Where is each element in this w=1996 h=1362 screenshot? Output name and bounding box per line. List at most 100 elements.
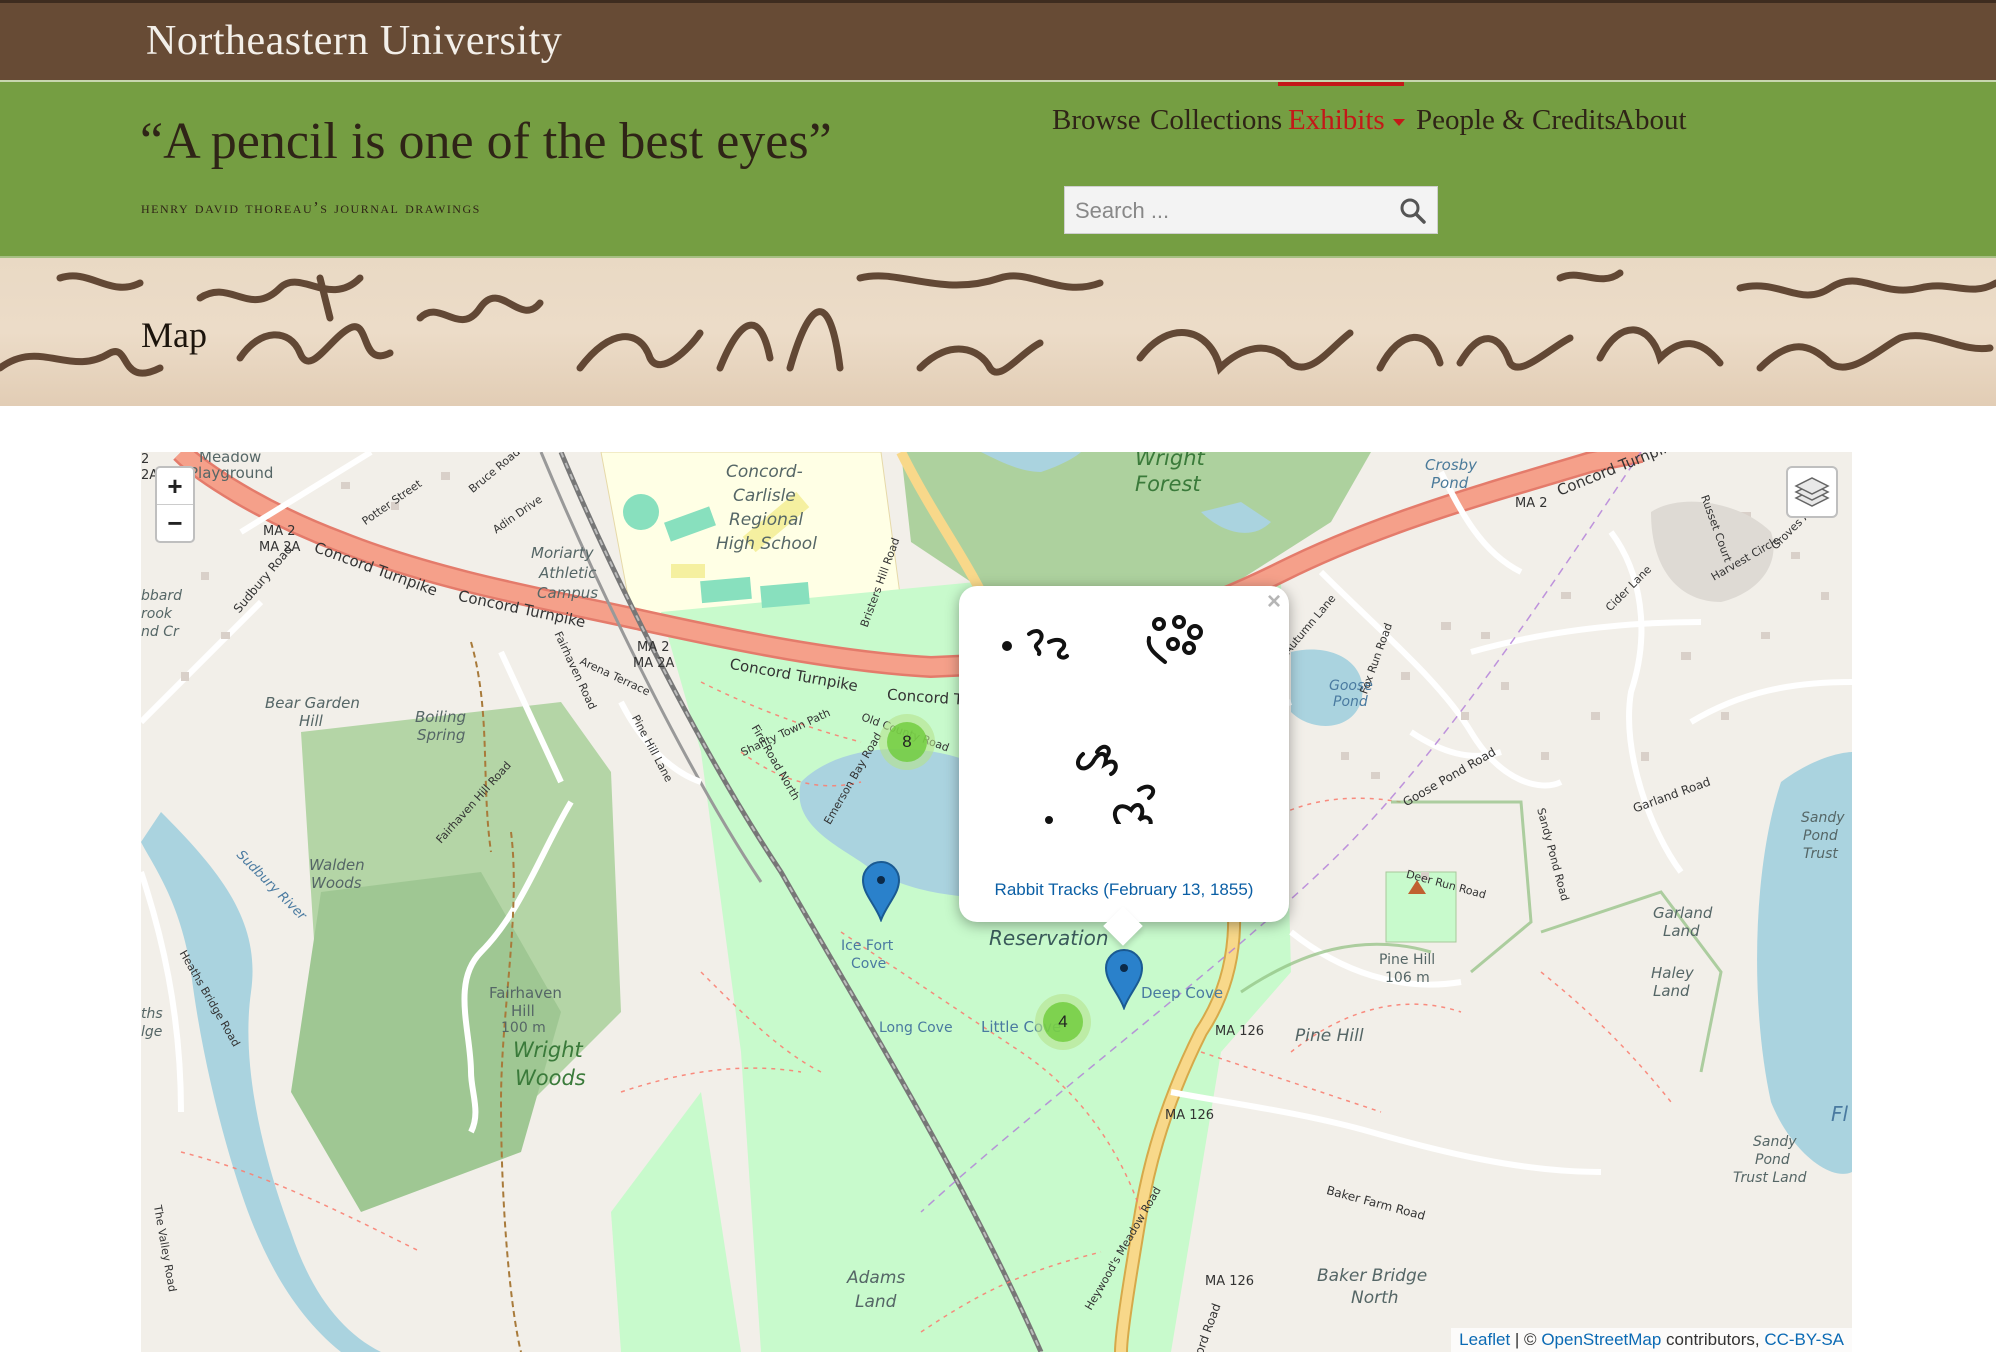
license-link[interactable]: CC-BY-SA bbox=[1764, 1330, 1844, 1349]
road-shield: MA 2A bbox=[633, 656, 675, 671]
search-box bbox=[1064, 186, 1438, 235]
map-container[interactable]: Meadow Playground Concord- Carlisle Regi… bbox=[141, 452, 1852, 1352]
map-label: Wright bbox=[1135, 452, 1205, 470]
map-label: Hill bbox=[511, 1002, 535, 1020]
handwriting-background bbox=[0, 269, 1996, 377]
map-label: Trust bbox=[1803, 846, 1838, 862]
leaflet-link[interactable]: Leaflet bbox=[1459, 1330, 1510, 1349]
rabbit-tracks-drawing[interactable] bbox=[989, 614, 1259, 824]
map-label: Carlisle bbox=[733, 486, 796, 506]
map-label: Forest bbox=[1135, 472, 1201, 496]
map-label: Garland bbox=[1653, 904, 1713, 922]
map-label: Boiling bbox=[415, 708, 466, 726]
nav-browse[interactable]: Browse bbox=[1052, 104, 1141, 148]
close-icon[interactable]: × bbox=[1267, 588, 1281, 616]
map-label: Long Cove bbox=[879, 1020, 953, 1036]
attribution-contrib: contributors, bbox=[1661, 1330, 1765, 1349]
map-attribution: Leaflet | © OpenStreetMap contributors, … bbox=[1451, 1328, 1852, 1352]
map-label: Playground bbox=[189, 464, 274, 482]
active-nav-indicator bbox=[1278, 82, 1404, 86]
popup-link[interactable]: Rabbit Tracks (February 13, 1855) bbox=[959, 880, 1289, 900]
map-label: 100 m bbox=[501, 1020, 546, 1036]
attribution-sep: | © bbox=[1510, 1330, 1542, 1349]
page-title: Map bbox=[141, 315, 207, 355]
page-banner: Map bbox=[0, 258, 1996, 406]
site-title[interactable]: “A pencil is one of the best eyes” bbox=[140, 112, 832, 171]
layers-icon bbox=[1794, 477, 1830, 507]
map-label: lge bbox=[141, 1024, 163, 1040]
nav-about[interactable]: About bbox=[1614, 104, 1687, 148]
cluster-count: 4 bbox=[1043, 1002, 1083, 1042]
zoom-control: + − bbox=[155, 466, 195, 543]
map-label: Woods bbox=[515, 1066, 586, 1090]
map-label: Baker Bridge bbox=[1317, 1266, 1428, 1286]
nav-exhibits-label: Exhibits bbox=[1288, 104, 1385, 136]
map-pin-icon[interactable] bbox=[1104, 948, 1144, 1010]
marker-cluster[interactable]: 4 bbox=[1035, 994, 1091, 1050]
map-label: Walden bbox=[309, 856, 365, 874]
road-shield: MA 126 bbox=[1165, 1108, 1215, 1123]
map-label: Reservation bbox=[989, 926, 1109, 950]
search-input[interactable] bbox=[1065, 187, 1397, 235]
map-label: Spring bbox=[417, 726, 466, 744]
road-shield: MA 2 bbox=[637, 640, 670, 655]
map-label: Land bbox=[1653, 982, 1690, 1000]
university-bar: Northeastern University bbox=[0, 0, 1996, 80]
site-subtitle: Henry David Thoreau’s Journal Drawings bbox=[141, 198, 481, 217]
map-label: Concord- bbox=[726, 462, 803, 482]
map-label: Hill bbox=[299, 712, 323, 730]
map-popup: × Rabbit Tracks (February 13, 1855) bbox=[959, 586, 1289, 946]
map-label: 106 m bbox=[1385, 970, 1430, 986]
map-label: Bear Garden bbox=[265, 694, 360, 712]
map-label: Regional bbox=[729, 510, 804, 530]
cluster-count: 8 bbox=[887, 722, 927, 762]
road-shield: MA 2 bbox=[1515, 496, 1548, 511]
map-label: High School bbox=[716, 534, 817, 554]
map-label: Deep Cove bbox=[1141, 984, 1224, 1002]
marker-cluster[interactable]: 8 bbox=[879, 714, 935, 770]
map-label: Ice Fort bbox=[841, 938, 894, 954]
map-label: Woods bbox=[311, 874, 362, 892]
map-label: Crosby bbox=[1425, 456, 1478, 474]
road-shield: MA 126 bbox=[1215, 1024, 1265, 1039]
map-label: Land bbox=[1663, 922, 1700, 940]
road-shield: MA 2 bbox=[263, 524, 296, 539]
map-label: Fairhaven bbox=[489, 984, 562, 1002]
map-label: Pond bbox=[1333, 694, 1368, 710]
map-label: Pond bbox=[1431, 474, 1469, 492]
map-label: Adams bbox=[847, 1268, 906, 1288]
road-shield: 2 bbox=[141, 452, 150, 467]
map-label: Pine Hill bbox=[1295, 1026, 1364, 1046]
map-label: Sandy bbox=[1753, 1134, 1797, 1150]
map-label: Campus bbox=[537, 584, 599, 602]
site-header: “A pencil is one of the best eyes” Henry… bbox=[0, 80, 1996, 258]
nav-people-credits[interactable]: People & Credits bbox=[1416, 104, 1616, 148]
map-label: rook bbox=[141, 606, 172, 622]
map-label: nd Cr bbox=[141, 624, 179, 640]
search-icon[interactable] bbox=[1399, 197, 1427, 225]
map-label: Pine Hill bbox=[1379, 952, 1436, 968]
map-label: Fl bbox=[1831, 1102, 1849, 1126]
map-label: Haley bbox=[1651, 964, 1694, 982]
map-label: Trust Land bbox=[1733, 1170, 1807, 1186]
road-shield: MA 126 bbox=[1205, 1274, 1255, 1289]
map-label: Moriarty bbox=[531, 544, 594, 562]
zoom-out-button[interactable]: − bbox=[157, 505, 193, 541]
university-link[interactable]: Northeastern University bbox=[146, 17, 562, 65]
nav-collections[interactable]: Collections bbox=[1150, 104, 1282, 148]
map-label: bbard bbox=[141, 588, 182, 604]
map-label: North bbox=[1351, 1288, 1399, 1308]
nav-exhibits[interactable]: Exhibits bbox=[1288, 104, 1405, 148]
zoom-in-button[interactable]: + bbox=[157, 468, 193, 505]
map-label: Sandy bbox=[1801, 810, 1845, 826]
osm-link[interactable]: OpenStreetMap bbox=[1541, 1330, 1661, 1349]
map-label: Cove bbox=[851, 956, 887, 972]
map-pin-icon[interactable] bbox=[861, 860, 901, 922]
map-label: Pond bbox=[1755, 1152, 1790, 1168]
map-label: Land bbox=[855, 1292, 897, 1312]
layers-control[interactable] bbox=[1786, 466, 1838, 518]
chevron-down-icon bbox=[1392, 118, 1405, 126]
map-label: ths bbox=[141, 1006, 163, 1022]
map-label: Pond bbox=[1803, 828, 1838, 844]
map-label: Wright bbox=[513, 1038, 583, 1062]
